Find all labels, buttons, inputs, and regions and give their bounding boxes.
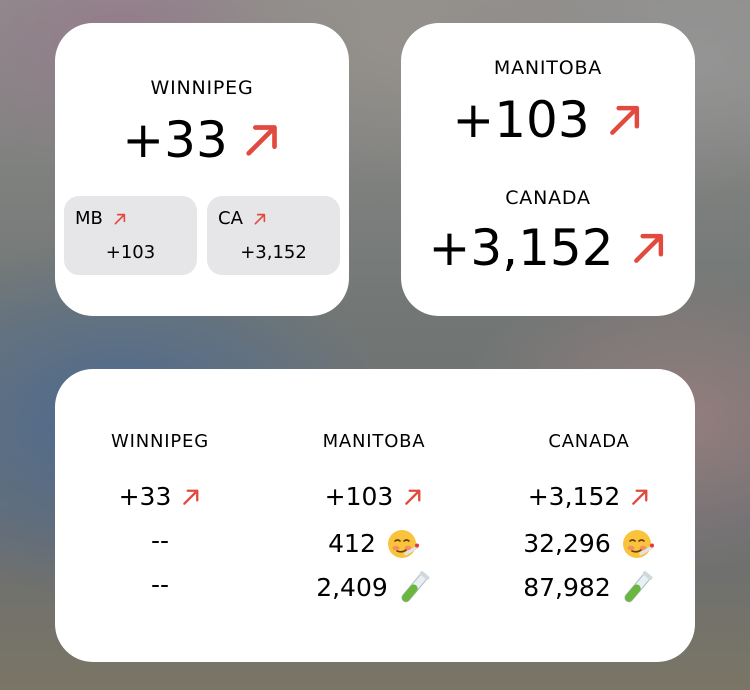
active-cases-value: 32,296 <box>523 528 611 558</box>
test-tube-icon <box>398 570 432 604</box>
new-cases-value: +3,152 <box>527 482 621 511</box>
widget-winnipeg-small[interactable]: WINNIPEG +33 MB +103 CA +3,152 <box>55 23 349 316</box>
new-cases-line: +33 <box>70 482 250 511</box>
trend-up-arrow-icon <box>253 212 267 226</box>
mini-card-value: +103 <box>105 242 156 263</box>
new-cases-line: +3,152 <box>499 482 679 511</box>
column-title: CANADA <box>548 431 630 452</box>
tests-line: -- <box>70 570 250 599</box>
tests-line: 87,982 <box>499 570 679 604</box>
trend-up-arrow-icon <box>606 101 644 139</box>
region-label-canada: CANADA <box>505 187 591 209</box>
tests-value: 2,409 <box>316 572 388 602</box>
new-cases-row-manitoba: +103 <box>401 91 695 149</box>
mini-card-mb: MB +103 <box>64 196 197 275</box>
trend-up-arrow-icon <box>630 487 650 507</box>
active-cases-line: 412 <box>284 526 464 560</box>
new-cases-value: +33 <box>122 111 228 169</box>
trend-up-arrow-icon <box>242 120 282 160</box>
widget-title: WINNIPEG <box>150 77 254 99</box>
new-cases-line: +103 <box>284 482 464 511</box>
active-cases-value: 412 <box>328 528 376 558</box>
tests-value: 87,982 <box>523 572 611 602</box>
mini-card-value: +3,152 <box>240 242 307 263</box>
active-cases-line: 32,296 <box>499 526 679 560</box>
column-title: WINNIPEG <box>111 431 209 452</box>
face-with-thermometer-icon <box>386 526 420 560</box>
active-cases-line: -- <box>70 526 250 555</box>
new-cases-value: +103 <box>324 482 394 511</box>
new-cases-row-canada: +3,152 <box>401 219 695 277</box>
mini-card-label: MB <box>75 208 103 229</box>
new-cases-value: +3,152 <box>428 219 614 277</box>
tests-line: 2,409 <box>284 570 464 604</box>
tests-value: -- <box>150 570 170 599</box>
trend-up-arrow-icon <box>630 229 668 267</box>
new-cases-value: +103 <box>452 91 590 149</box>
face-with-thermometer-icon <box>621 526 655 560</box>
mini-card-ca: CA +3,152 <box>207 196 340 275</box>
mini-card-label: CA <box>218 208 243 229</box>
region-label-manitoba: MANITOBA <box>493 57 603 79</box>
active-cases-value: -- <box>150 526 170 555</box>
trend-up-arrow-icon <box>181 487 201 507</box>
test-tube-icon <box>621 570 655 604</box>
column-title: MANITOBA <box>322 431 426 452</box>
widget-manitoba-canada-small[interactable]: MANITOBA +103 CANADA +3,152 <box>401 23 695 316</box>
new-cases-value: +33 <box>118 482 172 511</box>
widget-summary-medium[interactable]: WINNIPEG +33 -- -- MANITOBA +103 412 2,4… <box>55 369 695 662</box>
new-cases-row: +33 <box>55 111 349 169</box>
trend-up-arrow-icon <box>113 212 127 226</box>
trend-up-arrow-icon <box>403 487 423 507</box>
